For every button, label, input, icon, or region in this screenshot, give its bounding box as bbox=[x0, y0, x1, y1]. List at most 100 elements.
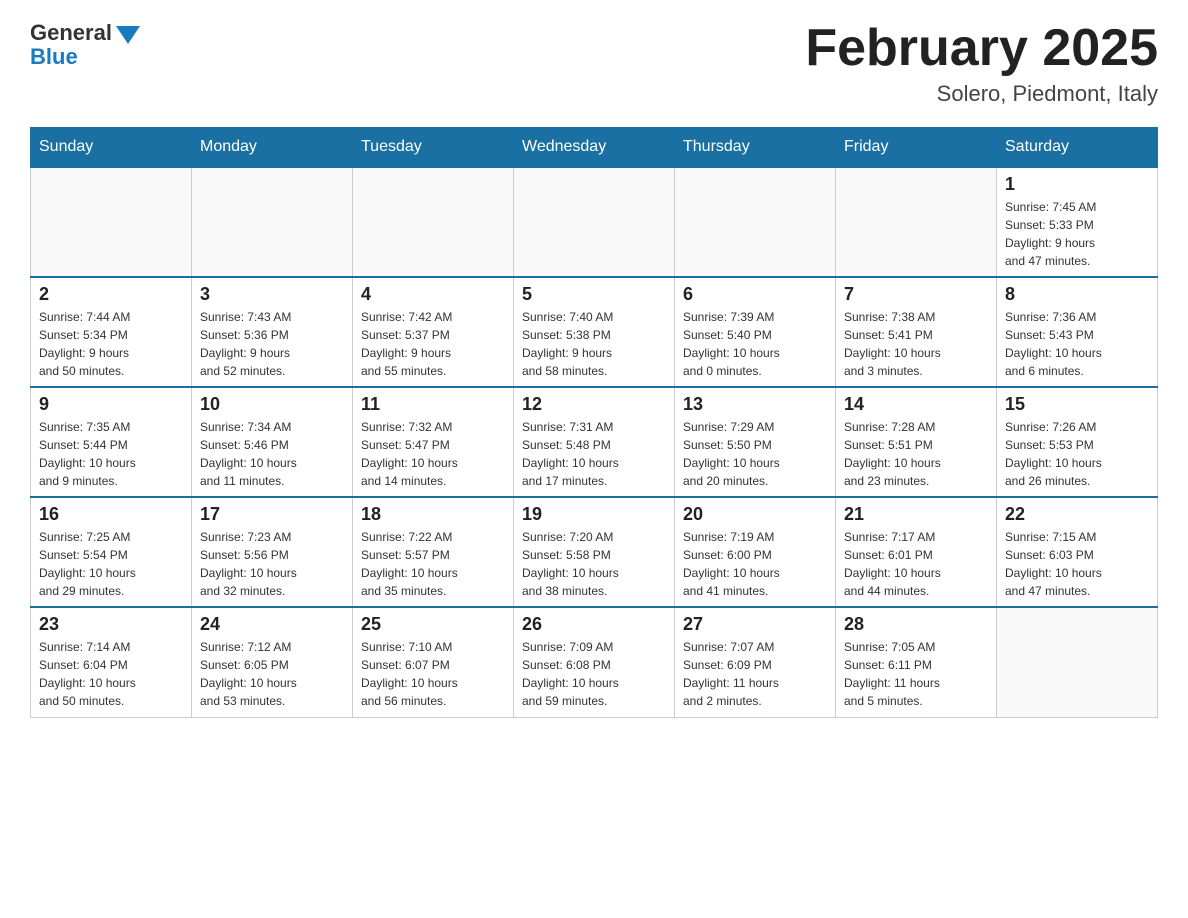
calendar-cell bbox=[353, 167, 514, 277]
day-info: Sunrise: 7:44 AM Sunset: 5:34 PM Dayligh… bbox=[39, 308, 183, 380]
day-info: Sunrise: 7:42 AM Sunset: 5:37 PM Dayligh… bbox=[361, 308, 505, 380]
day-number: 4 bbox=[361, 284, 505, 305]
calendar-cell: 8 Sunrise: 7:36 AM Sunset: 5:43 PM Daylig… bbox=[997, 277, 1158, 387]
day-number: 27 bbox=[683, 614, 827, 635]
day-number: 23 bbox=[39, 614, 183, 635]
day-number: 21 bbox=[844, 504, 988, 525]
calendar-cell: 5 Sunrise: 7:40 AM Sunset: 5:38 PM Daylig… bbox=[514, 277, 675, 387]
day-number: 12 bbox=[522, 394, 666, 415]
calendar-cell: 17 Sunrise: 7:23 AM Sunset: 5:56 PM Dayli… bbox=[192, 497, 353, 607]
page-header: General Blue February 2025 Solero, Piedm… bbox=[30, 20, 1158, 107]
day-number: 28 bbox=[844, 614, 988, 635]
logo: General Blue bbox=[30, 20, 140, 70]
calendar-cell bbox=[675, 167, 836, 277]
day-info: Sunrise: 7:31 AM Sunset: 5:48 PM Dayligh… bbox=[522, 418, 666, 490]
calendar-cell: 1Sunrise: 7:45 AM Sunset: 5:33 PM Daylig… bbox=[997, 167, 1158, 277]
day-info: Sunrise: 7:40 AM Sunset: 5:38 PM Dayligh… bbox=[522, 308, 666, 380]
calendar-cell: 2 Sunrise: 7:44 AM Sunset: 5:34 PM Daylig… bbox=[31, 277, 192, 387]
calendar-header-thursday: Thursday bbox=[675, 128, 836, 168]
calendar-header-wednesday: Wednesday bbox=[514, 128, 675, 168]
logo-top: General bbox=[30, 20, 140, 46]
calendar-cell: 12 Sunrise: 7:31 AM Sunset: 5:48 PM Dayli… bbox=[514, 387, 675, 497]
day-info: Sunrise: 7:17 AM Sunset: 6:01 PM Dayligh… bbox=[844, 528, 988, 600]
day-info: Sunrise: 7:29 AM Sunset: 5:50 PM Dayligh… bbox=[683, 418, 827, 490]
calendar-cell: 4 Sunrise: 7:42 AM Sunset: 5:37 PM Daylig… bbox=[353, 277, 514, 387]
day-number: 10 bbox=[200, 394, 344, 415]
day-info: Sunrise: 7:28 AM Sunset: 5:51 PM Dayligh… bbox=[844, 418, 988, 490]
calendar-cell: 20 Sunrise: 7:19 AM Sunset: 6:00 PM Dayli… bbox=[675, 497, 836, 607]
calendar-cell: 16 Sunrise: 7:25 AM Sunset: 5:54 PM Dayli… bbox=[31, 497, 192, 607]
day-info: Sunrise: 7:43 AM Sunset: 5:36 PM Dayligh… bbox=[200, 308, 344, 380]
calendar-header-tuesday: Tuesday bbox=[353, 128, 514, 168]
calendar-cell: 27Sunrise: 7:07 AM Sunset: 6:09 PM Dayli… bbox=[675, 607, 836, 717]
day-number: 17 bbox=[200, 504, 344, 525]
calendar-cell: 23 Sunrise: 7:14 AM Sunset: 6:04 PM Dayli… bbox=[31, 607, 192, 717]
calendar-table: SundayMondayTuesdayWednesdayThursdayFrid… bbox=[30, 127, 1158, 718]
logo-general: General bbox=[30, 20, 112, 46]
calendar-cell: 6 Sunrise: 7:39 AM Sunset: 5:40 PM Daylig… bbox=[675, 277, 836, 387]
day-info: Sunrise: 7:14 AM Sunset: 6:04 PM Dayligh… bbox=[39, 638, 183, 710]
calendar-cell: 18 Sunrise: 7:22 AM Sunset: 5:57 PM Dayli… bbox=[353, 497, 514, 607]
calendar-cell: 21 Sunrise: 7:17 AM Sunset: 6:01 PM Dayli… bbox=[836, 497, 997, 607]
calendar-cell: 13 Sunrise: 7:29 AM Sunset: 5:50 PM Dayli… bbox=[675, 387, 836, 497]
day-info: Sunrise: 7:23 AM Sunset: 5:56 PM Dayligh… bbox=[200, 528, 344, 600]
day-info: Sunrise: 7:25 AM Sunset: 5:54 PM Dayligh… bbox=[39, 528, 183, 600]
day-number: 25 bbox=[361, 614, 505, 635]
calendar-cell: 28 Sunrise: 7:05 AM Sunset: 6:11 PM Dayli… bbox=[836, 607, 997, 717]
calendar-week-row: 23 Sunrise: 7:14 AM Sunset: 6:04 PM Dayli… bbox=[31, 607, 1158, 717]
day-number: 2 bbox=[39, 284, 183, 305]
calendar-week-row: 2 Sunrise: 7:44 AM Sunset: 5:34 PM Daylig… bbox=[31, 277, 1158, 387]
calendar-header-sunday: Sunday bbox=[31, 128, 192, 168]
location: Solero, Piedmont, Italy bbox=[805, 81, 1158, 107]
day-number: 15 bbox=[1005, 394, 1149, 415]
day-info: Sunrise: 7:38 AM Sunset: 5:41 PM Dayligh… bbox=[844, 308, 988, 380]
day-info: Sunrise: 7:39 AM Sunset: 5:40 PM Dayligh… bbox=[683, 308, 827, 380]
day-info: Sunrise: 7:15 AM Sunset: 6:03 PM Dayligh… bbox=[1005, 528, 1149, 600]
calendar-cell: 7 Sunrise: 7:38 AM Sunset: 5:41 PM Daylig… bbox=[836, 277, 997, 387]
calendar-cell: 3 Sunrise: 7:43 AM Sunset: 5:36 PM Daylig… bbox=[192, 277, 353, 387]
day-info: Sunrise: 7:22 AM Sunset: 5:57 PM Dayligh… bbox=[361, 528, 505, 600]
title-section: February 2025 Solero, Piedmont, Italy bbox=[805, 20, 1158, 107]
day-number: 19 bbox=[522, 504, 666, 525]
calendar-cell: 9 Sunrise: 7:35 AM Sunset: 5:44 PM Daylig… bbox=[31, 387, 192, 497]
day-info: Sunrise: 7:20 AM Sunset: 5:58 PM Dayligh… bbox=[522, 528, 666, 600]
day-info: Sunrise: 7:35 AM Sunset: 5:44 PM Dayligh… bbox=[39, 418, 183, 490]
day-number: 20 bbox=[683, 504, 827, 525]
calendar-header-row: SundayMondayTuesdayWednesdayThursdayFrid… bbox=[31, 128, 1158, 168]
day-info: Sunrise: 7:19 AM Sunset: 6:00 PM Dayligh… bbox=[683, 528, 827, 600]
day-number: 7 bbox=[844, 284, 988, 305]
calendar-cell: 26Sunrise: 7:09 AM Sunset: 6:08 PM Dayli… bbox=[514, 607, 675, 717]
day-number: 13 bbox=[683, 394, 827, 415]
day-info: Sunrise: 7:10 AM Sunset: 6:07 PM Dayligh… bbox=[361, 638, 505, 710]
calendar-header-monday: Monday bbox=[192, 128, 353, 168]
day-number: 11 bbox=[361, 394, 505, 415]
day-info: Sunrise: 7:36 AM Sunset: 5:43 PM Dayligh… bbox=[1005, 308, 1149, 380]
calendar-cell bbox=[514, 167, 675, 277]
day-number: 16 bbox=[39, 504, 183, 525]
day-number: 5 bbox=[522, 284, 666, 305]
day-number: 8 bbox=[1005, 284, 1149, 305]
month-title: February 2025 bbox=[805, 20, 1158, 77]
calendar-cell bbox=[192, 167, 353, 277]
day-number: 24 bbox=[200, 614, 344, 635]
calendar-week-row: 9 Sunrise: 7:35 AM Sunset: 5:44 PM Daylig… bbox=[31, 387, 1158, 497]
day-info: Sunrise: 7:05 AM Sunset: 6:11 PM Dayligh… bbox=[844, 638, 988, 710]
day-number: 1 bbox=[1005, 174, 1149, 195]
calendar-week-row: 16 Sunrise: 7:25 AM Sunset: 5:54 PM Dayli… bbox=[31, 497, 1158, 607]
calendar-cell: 22 Sunrise: 7:15 AM Sunset: 6:03 PM Dayli… bbox=[997, 497, 1158, 607]
day-number: 9 bbox=[39, 394, 183, 415]
calendar-cell: 14 Sunrise: 7:28 AM Sunset: 5:51 PM Dayli… bbox=[836, 387, 997, 497]
calendar-cell bbox=[836, 167, 997, 277]
day-number: 3 bbox=[200, 284, 344, 305]
calendar-cell: 15Sunrise: 7:26 AM Sunset: 5:53 PM Dayli… bbox=[997, 387, 1158, 497]
day-number: 22 bbox=[1005, 504, 1149, 525]
day-number: 18 bbox=[361, 504, 505, 525]
calendar-week-row: 1Sunrise: 7:45 AM Sunset: 5:33 PM Daylig… bbox=[31, 167, 1158, 277]
logo-arrow-icon bbox=[116, 26, 140, 44]
calendar-header-saturday: Saturday bbox=[997, 128, 1158, 168]
calendar-cell: 24Sunrise: 7:12 AM Sunset: 6:05 PM Dayli… bbox=[192, 607, 353, 717]
day-number: 26 bbox=[522, 614, 666, 635]
day-number: 6 bbox=[683, 284, 827, 305]
day-number: 14 bbox=[844, 394, 988, 415]
day-info: Sunrise: 7:32 AM Sunset: 5:47 PM Dayligh… bbox=[361, 418, 505, 490]
